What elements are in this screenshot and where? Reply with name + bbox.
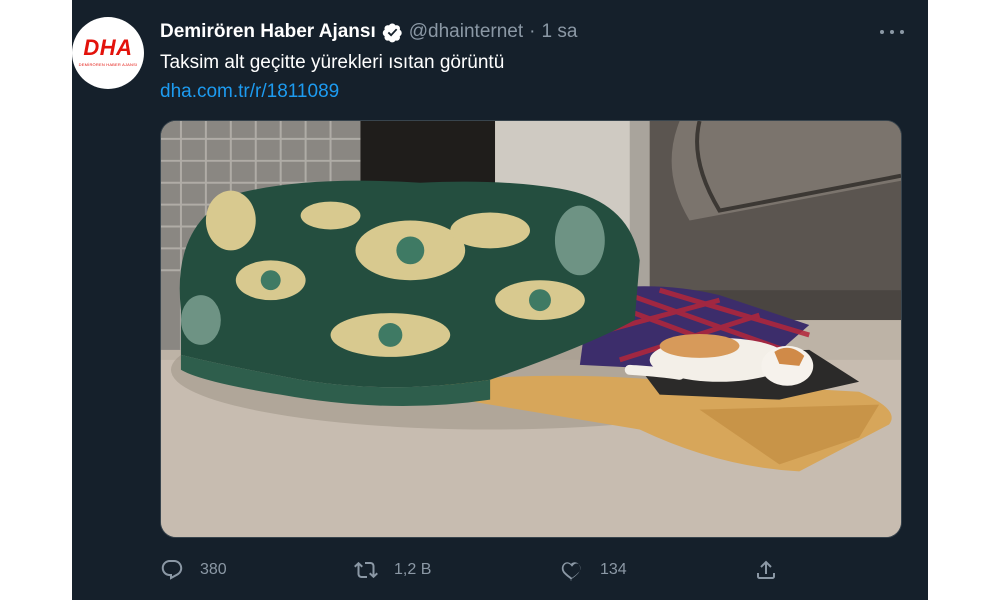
- separator-dot: ·: [529, 21, 536, 42]
- retweet-count: 1,2 B: [394, 561, 432, 578]
- heart-icon: [560, 558, 584, 582]
- tweet-actions: 380 1,2 B 134: [160, 554, 800, 586]
- retweet-icon: [354, 558, 378, 582]
- reply-count: 380: [200, 561, 227, 578]
- tweet-card[interactable]: DHA DEMİRÖREN HABER AJANSI Demirören Hab…: [72, 0, 928, 600]
- display-name[interactable]: Demirören Haber Ajansı: [160, 21, 376, 43]
- share-button[interactable]: [754, 554, 778, 586]
- reply-button[interactable]: 380: [160, 554, 227, 586]
- like-count: 134: [600, 561, 627, 578]
- tweet-link[interactable]: dha.com.tr/r/1811089: [160, 80, 339, 104]
- tweet-text: Taksim alt geçitte yürekleri ısıtan görü…: [160, 52, 505, 73]
- more-options-icon[interactable]: [880, 22, 904, 42]
- share-icon: [754, 558, 778, 582]
- timestamp[interactable]: 1 sa: [541, 21, 577, 43]
- retweet-button[interactable]: 1,2 B: [354, 554, 431, 586]
- avatar-logo-text: DHA: [83, 35, 133, 60]
- avatar[interactable]: DHA DEMİRÖREN HABER AJANSI: [72, 17, 144, 89]
- tweet-media-image[interactable]: [160, 120, 902, 538]
- tweet-header: Demirören Haber Ajansı @dhainternet · 1 …: [160, 19, 577, 45]
- like-button[interactable]: 134: [560, 554, 627, 586]
- avatar-logo-subtext: DEMİRÖREN HABER AJANSI: [78, 62, 138, 67]
- verified-badge-icon: [382, 22, 403, 43]
- user-handle[interactable]: @dhainternet: [409, 21, 523, 43]
- reply-icon: [160, 558, 184, 582]
